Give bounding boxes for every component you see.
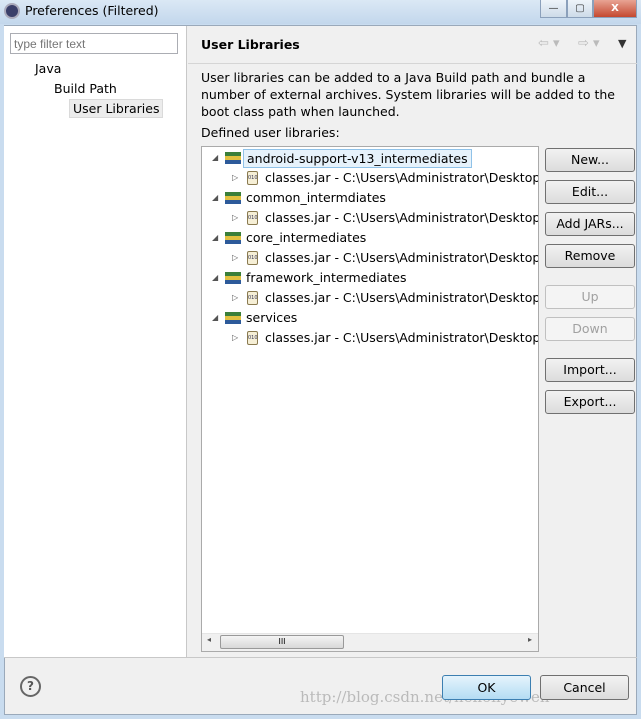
jar-icon: 010 [247,171,258,185]
view-menu-icon[interactable]: ▼ [618,37,626,50]
library-row[interactable]: ◢ services [202,308,538,328]
jar-icon: 010 [247,331,258,345]
library-row[interactable]: ◢ android-support-v13_intermediates [202,148,538,168]
library-icon [225,152,241,164]
library-row[interactable]: ◢ framework_intermediates [202,268,538,288]
jar-path: classes.jar - C:\Users\Administrator\Des… [265,210,539,225]
library-name: framework_intermediates [246,270,407,285]
maximize-button[interactable]: ▢ [567,0,593,18]
library-name: services [246,310,298,325]
minimize-button[interactable]: — [540,0,567,18]
nav-item-user-libraries[interactable]: User Libraries [69,99,164,118]
footer-separator [4,657,637,658]
expand-icon[interactable]: ◢ [212,268,218,288]
close-button[interactable]: X [593,0,637,18]
jar-row[interactable]: ▷ 010 classes.jar - C:\Users\Administrat… [202,168,538,188]
expand-icon[interactable]: ◢ [212,188,218,208]
jar-row[interactable]: ▷ 010 classes.jar - C:\Users\Administrat… [202,288,538,308]
library-icon [225,192,241,204]
library-row[interactable]: ◢ core_intermediates [202,228,538,248]
jar-path: classes.jar - C:\Users\Administrator\Des… [265,250,539,265]
nav-item-java[interactable]: Java [35,61,61,76]
library-row[interactable]: ◢ common_intermdiates [202,188,538,208]
expand-icon[interactable]: ◢ [212,228,218,248]
collapse-icon[interactable]: ▷ [232,208,238,228]
eclipse-icon [4,3,20,19]
scroll-thumb[interactable]: III [220,635,344,649]
cancel-button[interactable]: Cancel [540,675,629,700]
page-title: User Libraries [201,37,300,52]
scroll-right-icon[interactable]: ▸ [528,635,532,644]
collapse-icon[interactable]: ▷ [232,328,238,348]
jar-row[interactable]: ▷ 010 classes.jar - C:\Users\Administrat… [202,248,538,268]
library-name: android-support-v13_intermediates [243,149,472,168]
library-name: core_intermediates [246,230,367,245]
collapse-icon[interactable]: ▷ [232,288,238,308]
header-separator [188,63,637,64]
add-jars-button[interactable]: Add JARs... [545,212,635,236]
filter-input[interactable] [10,33,178,54]
jar-icon: 010 [247,251,258,265]
library-icon [225,232,241,244]
expand-icon[interactable]: ◢ [212,308,218,328]
jar-path: classes.jar - C:\Users\Administrator\Des… [265,330,539,345]
jar-row[interactable]: ▷ 010 classes.jar - C:\Users\Administrat… [202,328,538,348]
down-button[interactable]: Down [545,317,635,341]
new-button[interactable]: New... [545,148,635,172]
library-icon [225,312,241,324]
page-description: User libraries can be added to a Java Bu… [201,70,615,119]
collapse-icon[interactable]: ▷ [232,168,238,188]
jar-path: classes.jar - C:\Users\Administrator\Des… [265,290,539,305]
export-button[interactable]: Export... [545,390,635,414]
scroll-left-icon[interactable]: ◂ [207,635,211,644]
forward-icon[interactable]: ⇨ ▾ [578,36,600,51]
preference-nav-pane [4,26,187,657]
jar-icon: 010 [247,211,258,225]
back-icon[interactable]: ⇦ ▾ [538,36,560,51]
help-icon[interactable]: ? [20,676,41,697]
user-libraries-tree[interactable]: ◢ android-support-v13_intermediates ▷ 01… [201,146,539,652]
window-title: Preferences (Filtered) [25,3,159,18]
collapse-icon[interactable]: ▷ [232,248,238,268]
ok-button[interactable]: OK [442,675,531,700]
jar-icon: 010 [247,291,258,305]
remove-button[interactable]: Remove [545,244,635,268]
library-name: common_intermdiates [246,190,386,205]
jar-path: classes.jar - C:\Users\Administrator\Des… [265,170,539,185]
up-button[interactable]: Up [545,285,635,309]
jar-row[interactable]: ▷ 010 classes.jar - C:\Users\Administrat… [202,208,538,228]
import-button[interactable]: Import... [545,358,635,382]
defined-libraries-label: Defined user libraries: [201,125,340,140]
expand-icon[interactable]: ◢ [212,148,218,168]
nav-item-build-path[interactable]: Build Path [54,81,117,96]
edit-button[interactable]: Edit... [545,180,635,204]
library-icon [225,272,241,284]
